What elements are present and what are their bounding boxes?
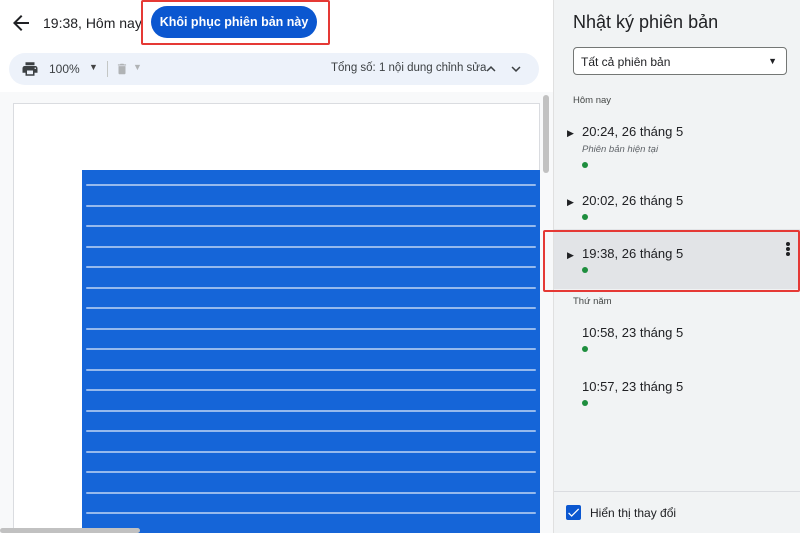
image-rule-line [86, 430, 536, 432]
toolbar: 100% ▼ ▼ Tổng số: 1 nội dung chỉnh sửa [9, 53, 539, 85]
section-label-today: Hôm nay [573, 95, 612, 106]
document-image [82, 170, 540, 533]
zoom-dropdown-icon[interactable]: ▼ [89, 62, 98, 72]
arrow-back-icon [13, 15, 29, 31]
version-filter-select[interactable]: Tất cả phiên bản ▼ [573, 47, 787, 75]
version-item-selected[interactable]: ▶ 19:38, 26 tháng 5 [554, 246, 800, 298]
checkbox-checked-icon[interactable] [566, 505, 581, 520]
section-label-thursday: Thứ năm [573, 296, 612, 307]
vertical-scrollbar[interactable] [543, 95, 549, 173]
zoom-select[interactable]: 100% [49, 62, 80, 76]
image-rule-line [86, 327, 536, 330]
version-time: 10:57, 23 tháng 5 [582, 379, 684, 394]
toolbar-divider [107, 61, 108, 77]
kebab-icon[interactable] [785, 242, 791, 258]
image-rule-line [86, 491, 536, 494]
version-item[interactable]: 10:58, 23 tháng 5 [554, 325, 800, 377]
author-dot-icon [582, 346, 588, 352]
image-rule-line [86, 471, 536, 473]
version-time: 10:58, 23 tháng 5 [582, 325, 684, 340]
horizontal-scrollbar[interactable] [0, 528, 140, 533]
image-rule-line [86, 286, 536, 289]
restore-version-button[interactable]: Khôi phục phiên bản này [151, 6, 317, 38]
back-button[interactable] [9, 11, 33, 35]
image-rule-line [86, 307, 536, 309]
image-rule-line [86, 348, 536, 350]
dropdown-caret-icon: ▼ [768, 56, 777, 66]
image-rule-line [86, 409, 536, 412]
author-dot-icon [582, 162, 588, 168]
author-dot-icon [582, 214, 588, 220]
show-changes-label: Hiển thị thay đổi [590, 506, 677, 520]
version-time: 20:02, 26 tháng 5 [582, 193, 684, 208]
image-rule-line [86, 225, 536, 227]
version-item[interactable]: ▶ 20:24, 26 tháng 5 Phiên bản hiện tại [554, 124, 800, 176]
image-rule-line [86, 184, 536, 186]
trash-icon [117, 63, 127, 75]
author-dot-icon [582, 267, 588, 273]
filter-value: Tất cả phiên bản [581, 55, 671, 69]
image-rule-line [86, 512, 536, 514]
version-top-bar: 19:38, Hôm nay Khôi phục phiên bản này [0, 0, 553, 46]
version-item[interactable]: 10:57, 23 tháng 5 [554, 379, 800, 431]
version-time: 20:24, 26 tháng 5 [582, 124, 684, 139]
panel-divider [554, 491, 800, 492]
total-edits-text: Tổng số: 1 nội dung chỉnh sửa [331, 62, 487, 74]
trash-dropdown-icon: ▼ [133, 62, 142, 72]
image-rule-line [86, 389, 536, 391]
print-icon[interactable] [21, 60, 39, 78]
image-rule-line [86, 450, 536, 453]
image-rule-line [86, 368, 536, 371]
version-subtitle: Phiên bản hiện tại [582, 144, 659, 155]
version-time-title: 19:38, Hôm nay [43, 15, 142, 31]
image-rule-line [86, 204, 536, 207]
chevron-down-icon[interactable] [507, 60, 525, 78]
chevron-up-icon[interactable] [482, 60, 500, 78]
panel-title: Nhật ký phiên bản [573, 12, 719, 32]
author-dot-icon [582, 400, 588, 406]
version-time: 19:38, 26 tháng 5 [582, 246, 684, 261]
image-rule-line [86, 245, 536, 248]
expand-arrow-icon[interactable]: ▶ [567, 128, 574, 139]
expand-arrow-icon[interactable]: ▶ [567, 250, 574, 261]
expand-arrow-icon[interactable]: ▶ [567, 197, 574, 208]
version-history-panel: Nhật ký phiên bản Tất cả phiên bản ▼ Hôm… [553, 0, 800, 533]
image-rule-line [86, 266, 536, 268]
